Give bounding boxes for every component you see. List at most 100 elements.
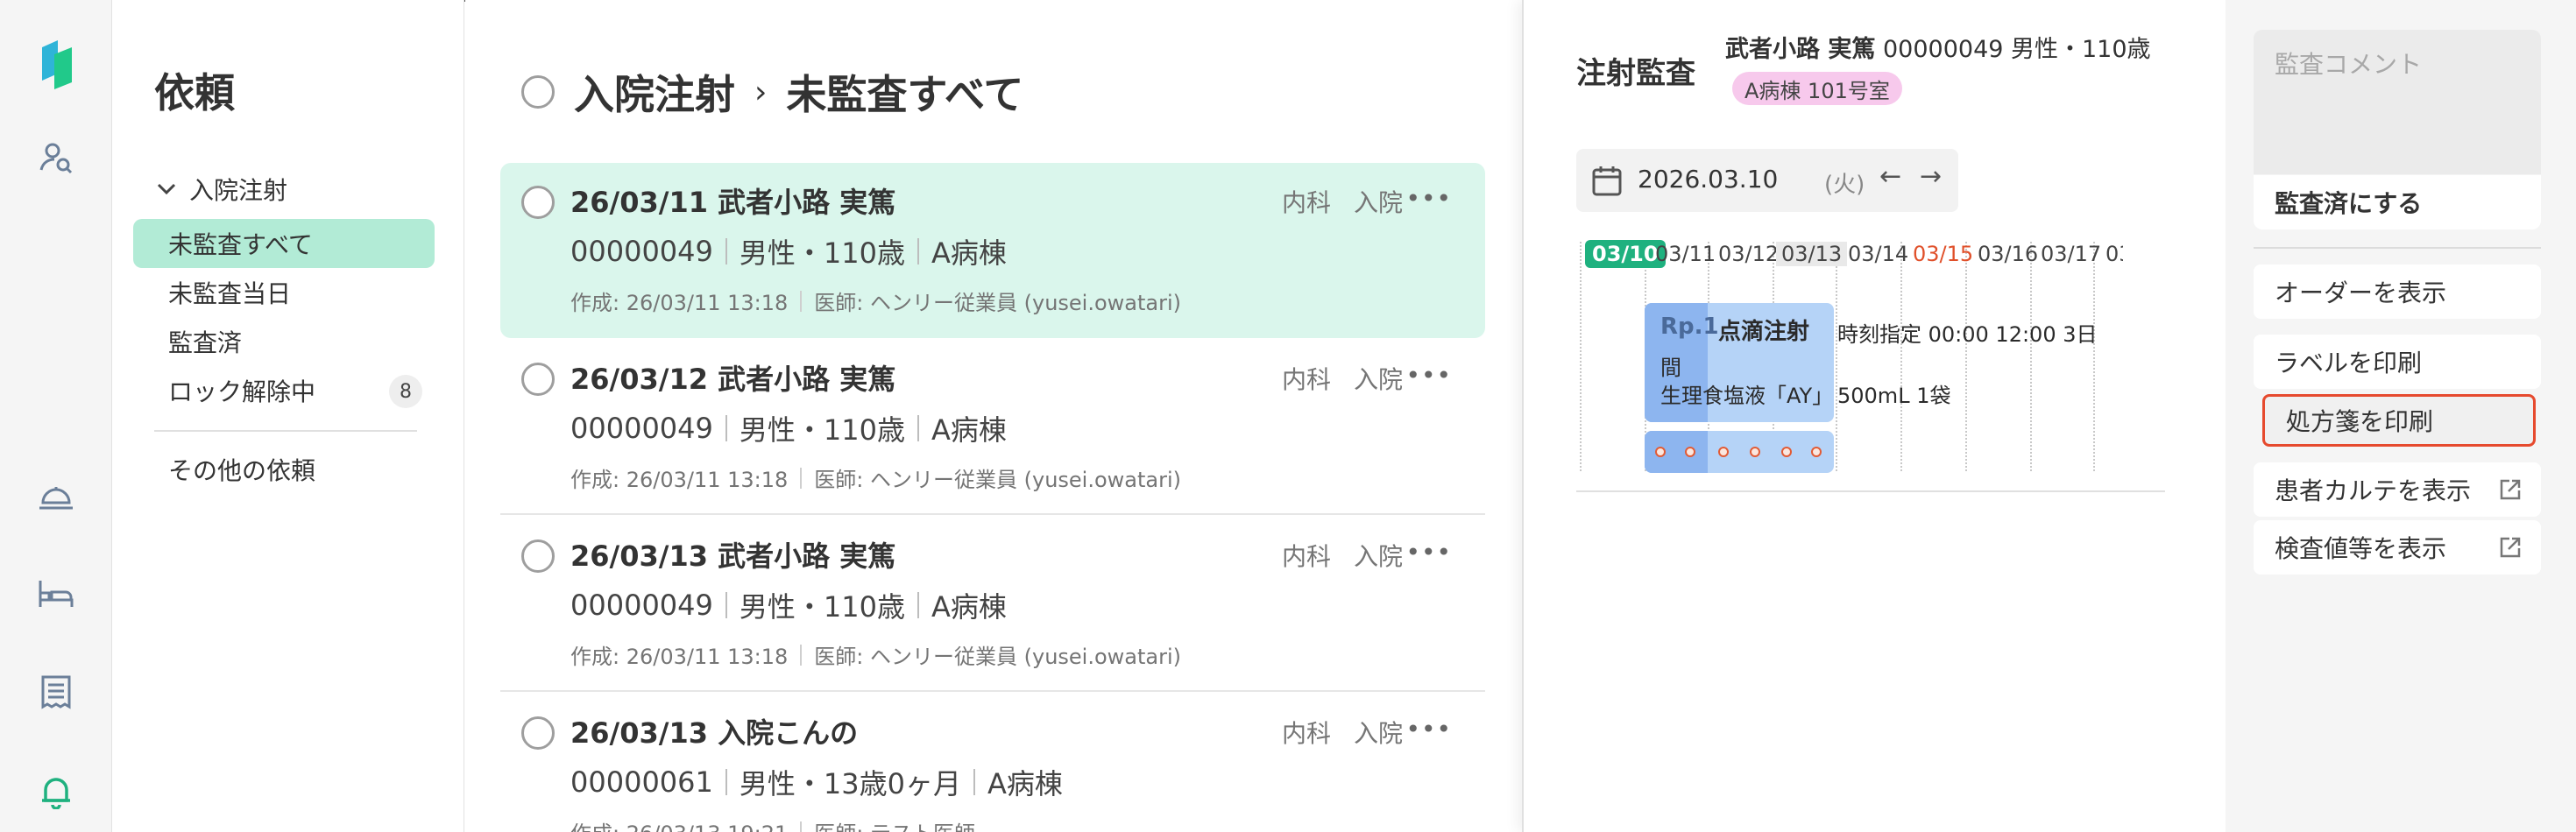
icon-rail (0, 0, 112, 832)
more-menu-icon[interactable]: ••• (1405, 715, 1452, 744)
nav-item-audited[interactable]: 監査済 (133, 317, 435, 366)
doctor: 医師: ヘンリー従業員 (yusei.owatari) (814, 468, 1182, 492)
rx-schedule: 時刻指定 00:00 12:00 3日 (1837, 322, 2098, 347)
timeline-day-selected[interactable]: 03/10 (1585, 240, 1666, 268)
sex-age: 男性・110歳 (739, 413, 905, 447)
timeline-gridline (2093, 242, 2095, 471)
ward: A病棟 (931, 413, 1007, 447)
dose-dot[interactable] (1655, 447, 1666, 457)
dose-timeline-row (1645, 431, 1834, 473)
nav-item-unaudited-all[interactable]: 未監査すべて (133, 219, 435, 268)
card-meta: 作成: 26/03/11 13:18 医師: ヘンリー従業員 (yusei.owa… (570, 462, 1181, 493)
list-item[interactable]: 26/03/13 入院こんの 00000061 男性・13歳0ヶ月 A病棟 作成: … (500, 694, 1485, 832)
detail-divider (1576, 490, 2165, 492)
rx-amount: 500mL 1袋 (1837, 384, 1951, 408)
detail-title: 注射監査 (1576, 56, 1695, 91)
timeline-day-weekend[interactable]: 03/15 (1913, 242, 1973, 266)
timeline-day[interactable]: 03/12 (1718, 242, 1779, 266)
list-header: 入院注射 › 未監査すべて (521, 63, 1023, 121)
request-nav: 依頼 入院注射 未監査すべて 未監査当日 監査済 ロック解除中 8 その他の依頼 (112, 0, 464, 832)
rx-number: Rp.1 (1660, 314, 1719, 340)
card-tags: 内科 入院 (1282, 184, 1403, 219)
timeline-day-partial: 03/18 (2105, 242, 2123, 266)
dose-dot[interactable] (1685, 447, 1695, 457)
select-radio[interactable] (521, 539, 555, 573)
date-value: 2026.03.10 (1638, 165, 1779, 194)
card-tags: 内科 入院 (1282, 715, 1403, 750)
next-day-arrow-icon[interactable]: → (1920, 161, 1942, 192)
ward: A病棟 (931, 236, 1007, 270)
show-lab-results-button[interactable]: 検査値等を表示 (2254, 520, 2541, 575)
count-badge: 8 (389, 375, 422, 408)
print-prescription-button[interactable]: 処方箋を印刷 (2262, 394, 2536, 447)
type-tag: 入院 (1353, 719, 1403, 748)
nav-item-unlocked[interactable]: ロック解除中 8 (133, 366, 435, 415)
more-menu-icon[interactable]: ••• (1405, 538, 1452, 567)
nav-item-other-requests[interactable]: その他の依頼 (133, 445, 435, 494)
action-divider (2254, 247, 2541, 249)
sex-age: 男性・110歳 (739, 590, 905, 624)
mark-audited-button[interactable]: 監査済にする (2254, 175, 2541, 229)
patient-search-icon[interactable] (32, 133, 81, 182)
timeline-day[interactable]: 03/14 (1848, 242, 1908, 266)
show-order-button[interactable]: オーダーを表示 (2254, 264, 2541, 319)
timeline-day[interactable]: 03/11 (1655, 242, 1716, 266)
ward: A病棟 (987, 767, 1063, 800)
notification-bell-icon[interactable] (32, 767, 81, 816)
patient-id: 00000049 (570, 589, 713, 622)
external-link-icon (2500, 537, 2521, 558)
receipt-icon[interactable] (32, 667, 81, 716)
select-all-radio[interactable] (521, 75, 555, 109)
patient-id: 00000061 (570, 765, 713, 799)
nav-item-unaudited-today[interactable]: 未監査当日 (133, 268, 435, 317)
select-radio[interactable] (521, 363, 555, 396)
timeline-gridline (2030, 242, 2032, 471)
more-menu-icon[interactable]: ••• (1405, 184, 1452, 213)
show-patient-chart-label: 患者カルテを表示 (2275, 476, 2472, 505)
nav-divider (154, 430, 417, 432)
timeline-day[interactable]: 03/13 (1776, 242, 1848, 266)
card-title: 26/03/11 武者小路 実篤 (570, 186, 896, 219)
prev-day-arrow-icon[interactable]: ← (1879, 161, 1901, 192)
bed-icon[interactable] (32, 569, 81, 618)
calendar-icon (1592, 166, 1622, 196)
external-link-icon (2500, 479, 2521, 500)
created-at: 作成: 26/03/11 13:18 (570, 468, 789, 492)
created-at: 作成: 26/03/13 19:21 (570, 816, 788, 832)
select-radio[interactable] (521, 186, 555, 219)
dose-dot[interactable] (1750, 447, 1760, 457)
timeline-day[interactable]: 03/17 (2041, 242, 2101, 266)
list-item[interactable]: 26/03/13 武者小路 実篤 00000049 男性・110歳 A病棟 作成: … (500, 517, 1485, 692)
day-of-week: (火) (1824, 172, 1865, 198)
show-patient-chart-button[interactable]: 患者カルテを表示 (2254, 462, 2541, 517)
nav-group-injection[interactable]: 入院注射 (156, 172, 287, 207)
patient-id: 00000049 (570, 412, 713, 445)
patient-header: 武者小路 実篤 00000049 男性・110歳 (1725, 30, 2151, 64)
timeline-gridline (1900, 242, 1902, 471)
rx-drug: 生理食塩液「AY」 (1660, 384, 1834, 408)
patient-name: 武者小路 実篤 (1725, 36, 1876, 63)
type-tag: 入院 (1353, 542, 1403, 571)
list-item[interactable]: 26/03/12 武者小路 実篤 00000049 男性・110歳 A病棟 作成: … (500, 340, 1485, 515)
rx-period: 間 (1660, 356, 1681, 380)
dept-tag: 内科 (1281, 542, 1331, 571)
timeline-gridline (1836, 242, 1837, 471)
date-picker[interactable]: 2026.03.10 (火) ← → (1576, 149, 1958, 212)
nav-item-label: 未監査すべて (168, 230, 313, 259)
card-tags: 内科 入院 (1282, 361, 1403, 396)
dose-dot[interactable] (1718, 447, 1729, 457)
audit-comment-input[interactable]: 監査コメント (2254, 30, 2541, 174)
list-item[interactable]: 26/03/11 武者小路 実篤 00000049 男性・110歳 A病棟 作成: … (500, 163, 1485, 338)
print-label-button[interactable]: ラベルを印刷 (2254, 335, 2541, 389)
timeline-gridline (1965, 242, 1967, 471)
patient-info: 00000049 男性・110歳 (1883, 36, 2151, 63)
timeline-day[interactable]: 03/16 (1978, 242, 2038, 266)
more-menu-icon[interactable]: ••• (1405, 361, 1452, 390)
app-logo-icon[interactable] (32, 40, 81, 89)
card-title: 26/03/13 武者小路 実篤 (570, 539, 896, 573)
select-radio[interactable] (521, 716, 555, 750)
card-title: 26/03/13 入院こんの (570, 716, 859, 750)
room-service-icon[interactable] (32, 473, 81, 522)
dose-dot[interactable] (1811, 447, 1822, 457)
dose-dot[interactable] (1781, 447, 1792, 457)
